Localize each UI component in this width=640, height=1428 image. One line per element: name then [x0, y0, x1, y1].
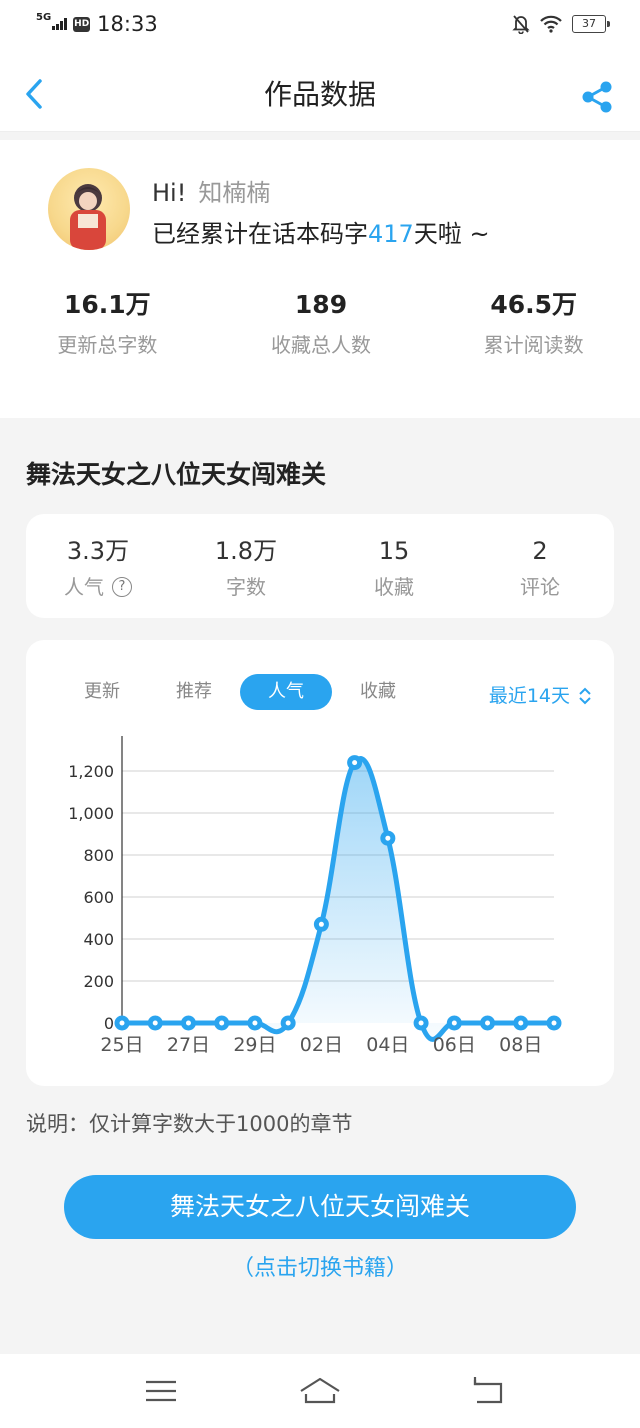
page-title: 作品数据 [263, 78, 376, 111]
battery-icon: 37 [572, 15, 610, 33]
greeting-line: Hi! 知楠楠 [152, 178, 270, 208]
stat-label: 收藏总人数 [271, 333, 371, 357]
y-tick-label: 0 [104, 1014, 114, 1033]
book-stats-card: 3.3万 人气 ? 1.8万 字数 15 收藏 2 评论 [26, 514, 614, 618]
data-point-center [119, 1020, 125, 1026]
back-icon[interactable] [468, 1374, 508, 1408]
data-point-center [551, 1020, 557, 1026]
share-icon[interactable] [580, 80, 614, 114]
book-stat-favorites: 15 收藏 [342, 534, 446, 602]
x-tick-label: 25日 [100, 1034, 143, 1056]
tab-updates[interactable]: 更新 [56, 674, 148, 710]
stat-value: 16.1万 [63, 290, 151, 319]
stat-label: 更新总字数 [57, 333, 158, 357]
y-tick-label: 600 [83, 888, 114, 907]
stat-label-row: 人气 ? [46, 572, 150, 602]
stat-total-reads: 46.5万 累计阅读数 [427, 288, 640, 360]
x-tick-label: 08日 [499, 1034, 542, 1056]
stat-label: 收藏 [374, 575, 414, 599]
network-type: 5G [36, 12, 52, 23]
book-stat-words: 1.8万 字数 [194, 534, 298, 602]
hd-badge: HD [73, 16, 91, 32]
username: 知楠楠 [198, 179, 271, 207]
data-point-center [385, 835, 391, 841]
signal-icon [52, 18, 68, 30]
data-point-center [285, 1020, 291, 1026]
stat-total-favorites: 189 收藏总人数 [215, 288, 428, 360]
days-count: 417 [368, 220, 414, 248]
x-tick-label: 27日 [167, 1034, 210, 1056]
switch-book-button[interactable]: 舞法天女之八位天女闯难关 [64, 1175, 576, 1239]
stat-value: 2 [532, 537, 548, 565]
stat-label: 评论 [520, 575, 560, 599]
writing-days-line: 已经累计在话本码字417天啦 ~ [152, 219, 490, 249]
tab-favorites[interactable]: 收藏 [332, 674, 424, 710]
data-point-center [451, 1020, 457, 1026]
status-bar: 5G HD 18:33 37 [0, 0, 640, 54]
days-suffix: 天啦 ~ [413, 220, 490, 248]
x-tick-label: 02日 [300, 1034, 343, 1056]
y-tick-label: 1,000 [68, 804, 114, 823]
data-point-center [152, 1020, 158, 1026]
menu-icon[interactable] [141, 1374, 181, 1408]
data-point-center [485, 1020, 491, 1026]
wifi-icon [540, 15, 562, 33]
chart-card: 0 200 400 600 800 1,000 1,200 25日 27日 29日 02日 04日 0… [26, 640, 614, 1086]
stat-value: 15 [378, 537, 410, 565]
data-point-center [418, 1020, 424, 1026]
data-point-center [185, 1020, 191, 1026]
status-time: 18:33 [97, 12, 158, 36]
x-tick-label: 06日 [433, 1034, 476, 1056]
tab-popularity[interactable]: 人气 [240, 674, 332, 710]
x-tick-label: 04日 [366, 1034, 409, 1056]
y-tick-label: 1,200 [68, 762, 114, 781]
data-point-center [352, 760, 358, 766]
tab-recommend[interactable]: 推荐 [148, 674, 240, 710]
data-point-center [318, 921, 324, 927]
data-point-center [219, 1020, 225, 1026]
book-stat-comments: 2 评论 [488, 534, 592, 602]
status-right: 37 [512, 14, 610, 34]
stat-total-words: 16.1万 更新总字数 [0, 288, 215, 360]
chart-tabs: 更新 推荐 人气 收藏 [56, 674, 424, 710]
y-tick-label: 200 [83, 972, 114, 991]
avatar-illustration [70, 184, 106, 250]
avatar[interactable] [48, 168, 130, 250]
stat-value: 46.5万 [490, 290, 578, 319]
stat-label: 字数 [226, 575, 266, 599]
range-selector[interactable]: 最近14天 [489, 682, 592, 710]
stat-label: 人气 [64, 575, 104, 599]
greeting: Hi! [152, 179, 187, 207]
system-nav-bar [0, 1354, 640, 1428]
switch-book-link[interactable]: （点击切换书籍） [0, 1253, 640, 1285]
book-title: 舞法天女之八位天女闯难关 [26, 460, 327, 489]
mute-bell-icon [512, 15, 530, 34]
days-prefix: 已经累计在话本码字 [152, 220, 368, 248]
stat-value: 1.8万 [214, 537, 278, 565]
y-tick-label: 800 [83, 846, 114, 865]
home-icon[interactable] [298, 1374, 342, 1408]
help-icon[interactable]: ? [112, 577, 132, 597]
series-area [122, 758, 554, 1040]
y-tick-label: 400 [83, 930, 114, 949]
author-stats: 16.1万 更新总字数 189 收藏总人数 46.5万 累计阅读数 [0, 288, 640, 360]
stat-value: 3.3万 [66, 537, 130, 565]
status-left: 5G HD 18:33 [36, 12, 158, 36]
nav-bar: 作品数据 [0, 54, 640, 132]
data-point-center [518, 1020, 524, 1026]
stat-label: 累计阅读数 [483, 333, 584, 357]
profile-section: Hi! 知楠楠 已经累计在话本码字417天啦 ~ 16.1万 更新总字数 189 … [0, 140, 640, 418]
range-label: 最近14天 [488, 685, 570, 707]
data-point-center [252, 1020, 258, 1026]
note-text: 说明：仅计算字数大于1000的章节 [26, 1112, 353, 1136]
x-tick-label: 29日 [233, 1034, 276, 1056]
stat-value: 189 [294, 290, 348, 319]
book-stat-popularity: 3.3万 人气 ? [46, 534, 150, 602]
updown-chevron-icon [579, 687, 591, 705]
